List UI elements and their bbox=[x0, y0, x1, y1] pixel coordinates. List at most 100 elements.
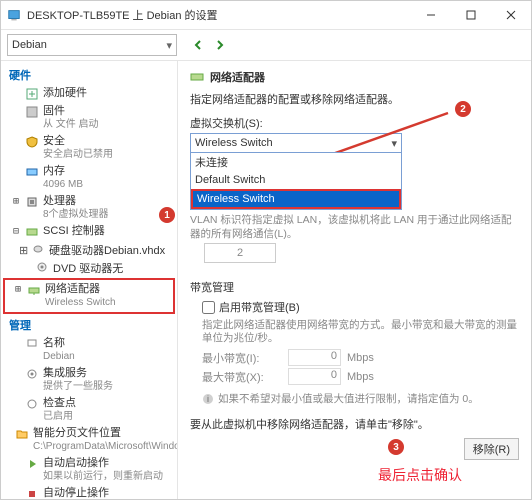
annotation-marker-2: 2 bbox=[455, 101, 471, 117]
autostop-icon bbox=[25, 487, 39, 499]
min-bandwidth-label: 最小带宽(I): bbox=[202, 350, 282, 366]
sidebar-item-firmware[interactable]: 固件从 文件 启动 bbox=[1, 103, 177, 133]
window-title: DESKTOP-TLB59TE 上 Debian 的设置 bbox=[27, 7, 411, 23]
sidebar-label: 智能分页文件位置 bbox=[33, 427, 178, 440]
category-hardware: 硬件 bbox=[1, 65, 177, 85]
sidebar-sublabel: Debian bbox=[43, 350, 75, 363]
unit-label: Mbps bbox=[347, 371, 374, 383]
bandwidth-warning: i 如果不希望对最小值或最大值进行限制，请指定值为 0。 bbox=[202, 391, 519, 406]
sidebar-sublabel: 从 文件 启动 bbox=[43, 118, 99, 131]
checkbox-input[interactable] bbox=[202, 301, 215, 314]
sidebar-item-name[interactable]: 名称Debian bbox=[1, 335, 177, 365]
sidebar-label: 网络适配器 bbox=[45, 283, 116, 296]
sidebar-item-integration[interactable]: 集成服务提供了一些服务 bbox=[1, 365, 177, 395]
sidebar-item-network-adapter[interactable]: ⊞ 网络适配器Wireless Switch bbox=[13, 281, 173, 311]
maximize-button[interactable] bbox=[451, 1, 491, 29]
enable-bandwidth-checkbox[interactable]: 启用带宽管理(B) bbox=[202, 299, 519, 315]
titlebar: DESKTOP-TLB59TE 上 Debian 的设置 bbox=[1, 1, 531, 30]
unit-label: Mbps bbox=[347, 352, 374, 364]
sidebar: 硬件 添加硬件 固件从 文件 启动 安全安全启动已禁用 内存4096 MB bbox=[1, 61, 178, 499]
autostart-icon bbox=[25, 457, 39, 471]
sidebar-sublabel: 如果以前运行，则重新启动 bbox=[43, 470, 163, 483]
combo-option-default-switch[interactable]: Default Switch bbox=[191, 171, 401, 189]
min-bandwidth-value: 0 bbox=[288, 349, 341, 366]
category-management: 管理 bbox=[1, 315, 177, 335]
vm-selector-value: Debian bbox=[12, 39, 166, 51]
add-hardware-icon bbox=[25, 87, 39, 101]
bandwidth-desc: 指定此网络适配器使用网络带宽的方式。最小带宽和最大带宽的测量单位为兆位/秒。 bbox=[202, 319, 519, 345]
sidebar-label: 自动启动操作 bbox=[43, 457, 163, 470]
max-bandwidth-row: 最大带宽(X): 0 Mbps bbox=[202, 368, 519, 385]
sidebar-sublabel: 提供了一些服务 bbox=[43, 380, 113, 393]
sidebar-sublabel: 8个虚拟处理器 bbox=[43, 208, 109, 221]
cpu-icon bbox=[25, 195, 39, 209]
sidebar-item-smartpage[interactable]: 智能分页文件位置C:\ProgramData\Microsoft\Windows… bbox=[1, 425, 177, 455]
section-title: 网络适配器 bbox=[210, 69, 265, 85]
chevron-down-icon: ▾ bbox=[166, 39, 172, 52]
sidebar-item-security[interactable]: 安全安全启动已禁用 bbox=[1, 133, 177, 163]
sidebar-label: 硬盘驱动器 bbox=[49, 245, 104, 257]
sidebar-item-autostop[interactable]: 自动停止操作保存 bbox=[1, 485, 177, 499]
sidebar-item-hdd[interactable]: ⊞ 硬盘驱动器Debian.vhdx bbox=[1, 241, 177, 259]
chevron-down-icon: ▾ bbox=[391, 137, 397, 150]
sidebar-label: 内存 bbox=[43, 165, 83, 178]
sidebar-sublabel: Wireless Switch bbox=[45, 296, 116, 309]
combo-option-wireless-switch[interactable]: Wireless Switch bbox=[191, 189, 401, 209]
info-icon: i bbox=[202, 393, 214, 405]
virtual-switch-combobox[interactable]: Wireless Switch ▾ 未连接 Default Switch Wir… bbox=[190, 133, 402, 153]
combobox-value: Wireless Switch bbox=[195, 137, 273, 149]
network-icon bbox=[27, 283, 41, 297]
vlan-id-field: 2 bbox=[204, 243, 276, 263]
vm-selector[interactable]: Debian ▾ bbox=[7, 34, 177, 56]
sidebar-label: 检查点 bbox=[43, 397, 76, 410]
vlan-hint: VLAN 标识符指定虚拟 LAN，该虚拟机将此 LAN 用于通过此网络适配器的所… bbox=[190, 213, 519, 241]
checkbox-label: 启用带宽管理(B) bbox=[219, 299, 300, 315]
sidebar-label: 自动停止操作 bbox=[43, 487, 109, 499]
svg-text:i: i bbox=[207, 394, 209, 404]
sidebar-item-checkpoint[interactable]: 检查点已启用 bbox=[1, 395, 177, 425]
sidebar-item-autostart[interactable]: 自动启动操作如果以前运行，则重新启动 bbox=[1, 455, 177, 485]
tag-icon bbox=[25, 337, 39, 351]
disk-icon bbox=[33, 244, 45, 256]
sidebar-item-add-hardware[interactable]: 添加硬件 bbox=[1, 85, 177, 103]
sidebar-label: 处理器 bbox=[43, 195, 109, 208]
sidebar-label: 固件 bbox=[43, 105, 99, 118]
max-bandwidth-label: 最大带宽(X): bbox=[202, 369, 282, 385]
sidebar-item-scsi[interactable]: ⊟ SCSI 控制器 bbox=[1, 223, 177, 241]
annotation-marker-3: 3 bbox=[388, 439, 404, 455]
sidebar-sublabel: 4096 MB bbox=[43, 178, 83, 191]
sidebar-sublabel: Debian.vhdx bbox=[104, 245, 165, 257]
nav-back-button[interactable] bbox=[189, 36, 207, 54]
close-button[interactable] bbox=[491, 1, 531, 29]
checkpoint-icon bbox=[25, 397, 39, 411]
nav-forward-button[interactable] bbox=[211, 36, 229, 54]
sidebar-sublabel: 安全启动已禁用 bbox=[43, 148, 113, 161]
remove-button[interactable]: 移除(R) bbox=[464, 438, 519, 460]
min-bandwidth-row: 最小带宽(I): 0 Mbps bbox=[202, 349, 519, 366]
sidebar-label: DVD 驱动器 bbox=[53, 263, 112, 275]
firmware-icon bbox=[25, 105, 39, 119]
sidebar-label: 添加硬件 bbox=[43, 87, 87, 100]
minimize-button[interactable] bbox=[411, 1, 451, 29]
bandwidth-header: 带宽管理 bbox=[190, 279, 519, 295]
app-icon bbox=[7, 8, 21, 22]
memory-icon bbox=[25, 165, 39, 179]
sidebar-label: 集成服务 bbox=[43, 367, 113, 380]
shield-icon bbox=[25, 135, 39, 149]
max-bandwidth-value: 0 bbox=[288, 368, 341, 385]
sidebar-item-cpu[interactable]: ⊞ 处理器8个虚拟处理器 bbox=[1, 193, 177, 223]
remove-description: 要从此虚拟机中移除网络适配器，请单击"移除"。 bbox=[190, 416, 519, 432]
settings-window: DESKTOP-TLB59TE 上 Debian 的设置 Debian ▾ 硬件… bbox=[0, 0, 532, 500]
sidebar-sublabel: C:\ProgramData\Microsoft\Windows\H... bbox=[33, 440, 178, 453]
annotation-note: 最后点击确认 bbox=[378, 465, 462, 485]
scsi-icon bbox=[25, 225, 39, 239]
combo-option-not-connected[interactable]: 未连接 bbox=[191, 153, 401, 171]
annotation-box-1: ⊞ 网络适配器Wireless Switch bbox=[3, 278, 175, 314]
folder-icon bbox=[15, 427, 29, 441]
sidebar-item-memory[interactable]: 内存4096 MB bbox=[1, 163, 177, 193]
warning-text: 如果不希望对最小值或最大值进行限制，请指定值为 0。 bbox=[218, 391, 479, 406]
sidebar-item-dvd[interactable]: DVD 驱动器无 bbox=[1, 259, 177, 277]
sidebar-label: 名称 bbox=[43, 337, 75, 350]
sidebar-label: 安全 bbox=[43, 135, 113, 148]
content-pane: 网络适配器 指定网络适配器的配置或移除网络适配器。 虚拟交换机(S): Wire… bbox=[178, 61, 531, 499]
